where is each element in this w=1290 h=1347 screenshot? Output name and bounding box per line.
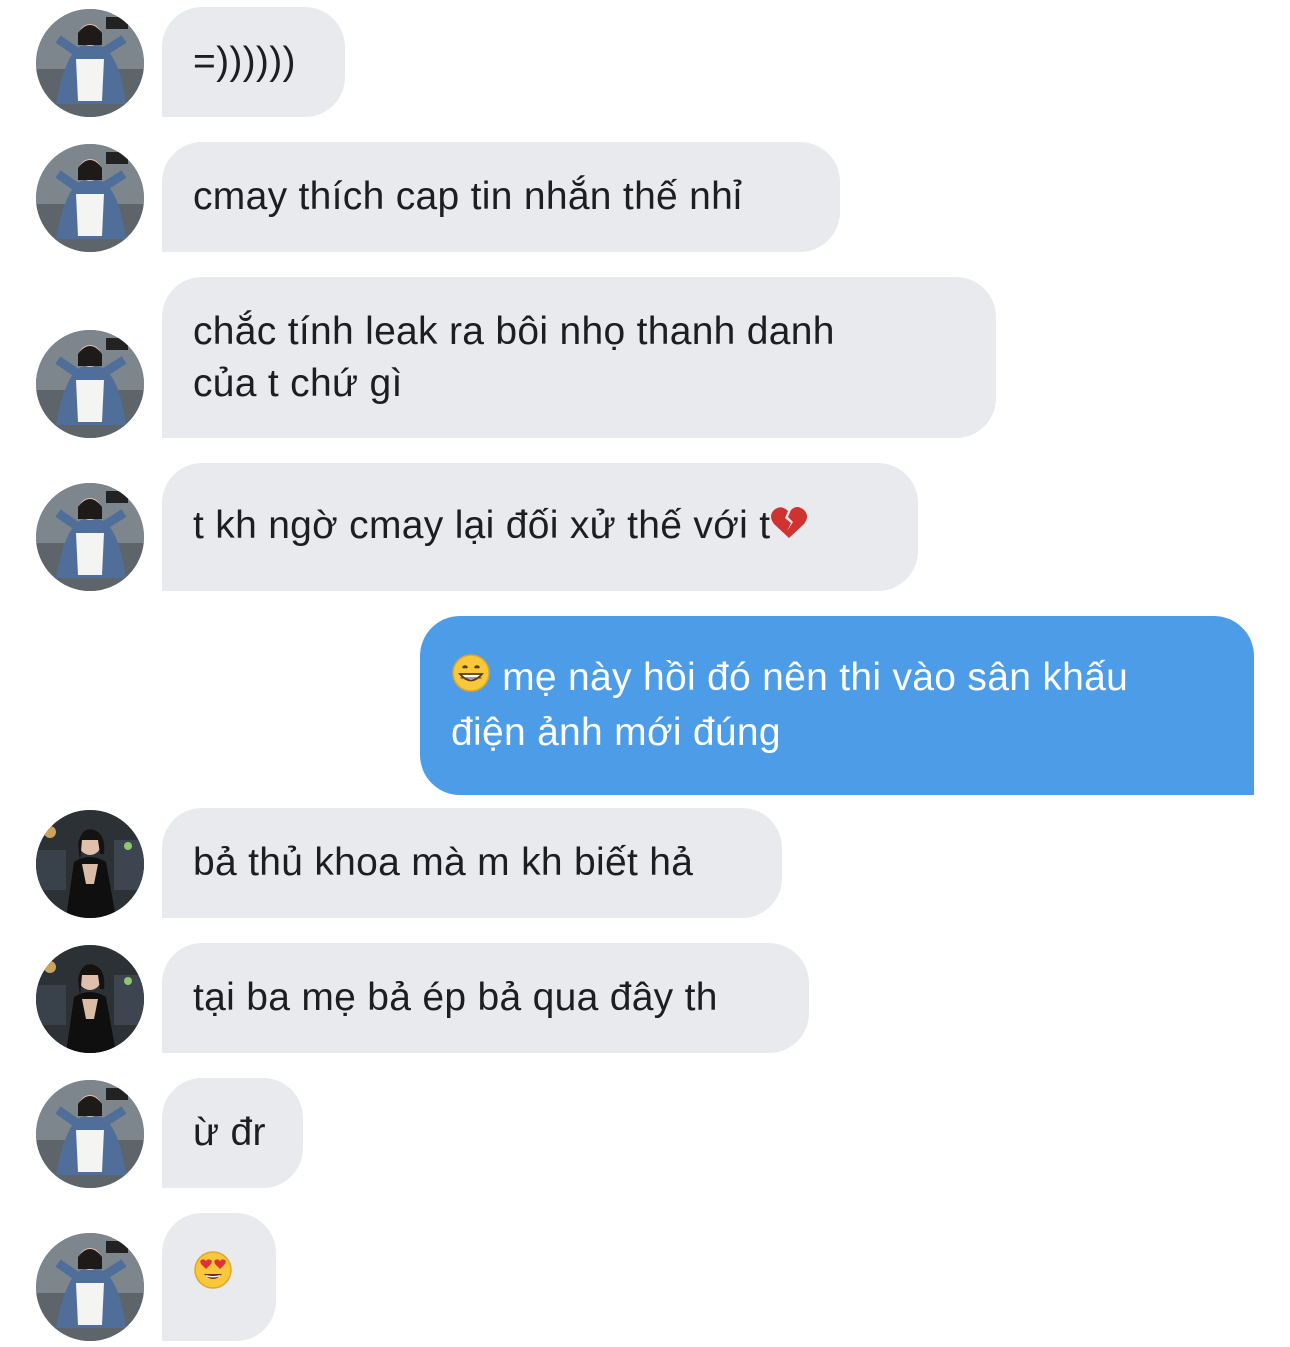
message-text: cmay thích cap tin nhắn thế nhỉ [193,175,743,218]
message-bubble-incoming[interactable] [162,1213,276,1341]
heart-eyes-face-icon [193,1250,245,1304]
avatar-photo [36,9,144,117]
message-bubble-incoming[interactable]: tại ba mẹ bả ép bả qua đây th [162,943,809,1053]
message-bubble-incoming[interactable]: chắc tính leak ra bôi nhọ thanh danh của… [162,277,996,438]
message-text-line: điện ảnh mới đúng [451,710,781,754]
avatar-photo [36,1233,144,1341]
message-text-line: chắc tính leak ra bôi nhọ thanh danh [193,309,835,353]
avatar-denim-jacket[interactable] [36,144,144,252]
avatar-photo [36,330,144,438]
avatar-denim-jacket[interactable] [36,483,144,591]
broken-heart-icon [770,502,808,554]
message-bubble-incoming[interactable]: cmay thích cap tin nhắn thế nhỉ [162,142,840,252]
message-text: tại ba mẹ bả ép bả qua đây th [193,976,718,1019]
message-text: ừ đr [193,1111,266,1154]
message-bubble-incoming[interactable]: t kh ngờ cmay lại đối xử thế với t [162,463,918,591]
message-text-line: của t chứ gì [193,361,403,405]
avatar-black-dress[interactable] [36,945,144,1053]
avatar-photo [36,144,144,252]
avatar-denim-jacket[interactable] [36,1080,144,1188]
avatar-photo [36,1080,144,1188]
message-bubble-incoming[interactable]: =)))))) [162,7,345,117]
avatar-denim-jacket[interactable] [36,1233,144,1341]
avatar-photo [36,945,144,1053]
message-text: mẹ này hồi đó nên thi vào sân khấu [502,656,1129,700]
message-bubble-outgoing[interactable]: mẹ này hồi đó nên thi vào sân khấu điện … [420,616,1254,795]
message-bubble-incoming[interactable]: bả thủ khoa mà m kh biết hả [162,808,782,918]
avatar-photo [36,810,144,918]
avatar-denim-jacket[interactable] [36,330,144,438]
avatar-photo [36,483,144,591]
message-text: =)))))) [193,40,296,83]
message-text: t kh ngờ cmay lại đối xử thế với t [193,504,771,548]
message-text-line: t kh ngờ cmay lại đối xử thế với t [193,500,887,554]
message-text: bả thủ khoa mà m kh biết hả [193,841,694,884]
message-bubble-incoming[interactable]: ừ đr [162,1078,303,1188]
grinning-face-icon [451,653,491,707]
avatar-black-dress[interactable] [36,810,144,918]
avatar-denim-jacket[interactable] [36,9,144,117]
message-text-line: mẹ này hồi đó nên thi vào sân khấu [451,652,1223,707]
